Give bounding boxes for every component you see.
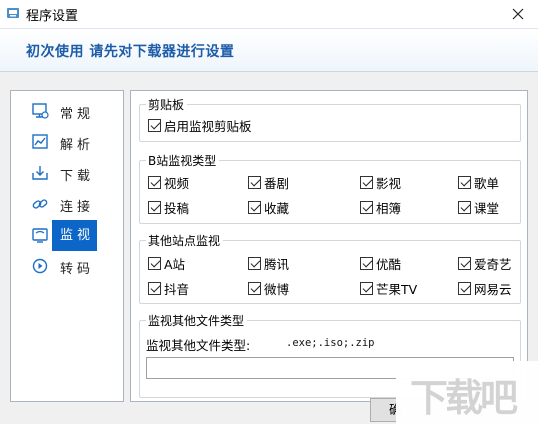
checkbox-label: 歌单 <box>474 175 500 191</box>
checkbox-box[interactable] <box>360 256 373 270</box>
checkbox-box[interactable] <box>148 200 161 214</box>
sidebar-item-download[interactable]: 下载 <box>11 158 123 189</box>
app-icon <box>7 8 19 18</box>
checkbox-box[interactable] <box>148 118 161 132</box>
checkbox-video[interactable]: 视频 <box>148 173 189 191</box>
window-title: 程序设置 <box>26 9 79 24</box>
group-title: 监视其他文件类型 <box>146 312 248 329</box>
checkbox-label: 影视 <box>376 175 402 191</box>
sidebar-item-parse[interactable]: 解析 <box>11 127 123 158</box>
checkbox-label: A站 <box>164 256 186 272</box>
group-title: B站监视类型 <box>146 152 220 169</box>
close-icon <box>512 8 524 20</box>
bilibili-monitor-group: B站监视类型 视频 番剧 影视 歌单 投稿 收藏 相簿 课堂 <box>139 152 521 224</box>
link-icon <box>32 199 48 209</box>
sidebar-item-transcode[interactable]: 转码 <box>11 251 123 282</box>
checkbox-netease-music[interactable]: 网易云 <box>458 279 512 297</box>
checkbox-label: 番剧 <box>264 175 290 191</box>
sidebar-item-monitor[interactable]: 监视 <box>11 220 123 251</box>
checkbox-favorites[interactable]: 收藏 <box>248 198 289 216</box>
sidebar: 常规 解析 下载 连接 监视 转码 <box>10 90 124 402</box>
checkbox-box[interactable] <box>148 256 161 270</box>
monitor-settings-panel: 剪贴板 启用监视剪贴板 B站监视类型 视频 番剧 影视 歌单 投稿 收藏 相簿 … <box>130 90 528 402</box>
checkbox-weibo[interactable]: 微博 <box>248 279 289 297</box>
checkbox-box[interactable] <box>360 281 373 295</box>
group-title: 其他站点监视 <box>146 232 224 249</box>
checkbox-box[interactable] <box>458 200 471 214</box>
checkbox-box[interactable] <box>458 281 471 295</box>
chart-icon <box>32 134 48 149</box>
convert-icon <box>32 258 48 274</box>
checkbox-youku[interactable]: 优酷 <box>360 254 401 272</box>
checkbox-box[interactable] <box>248 256 261 270</box>
checkbox-course[interactable]: 课堂 <box>458 198 499 216</box>
checkbox-playlist[interactable]: 歌单 <box>458 173 499 191</box>
sidebar-item-label: 连接 <box>60 200 95 215</box>
checkbox-label: 优酷 <box>376 256 402 272</box>
checkbox-box[interactable] <box>248 281 261 295</box>
checkbox-box[interactable] <box>248 175 261 189</box>
checkbox-box[interactable] <box>458 175 471 189</box>
header-banner: 初次使用 请先对下载器进行设置 <box>0 28 538 72</box>
checkbox-label: 微博 <box>264 281 290 297</box>
download-icon <box>32 166 48 180</box>
watermark: 下载吧 <box>396 361 538 424</box>
header-text: 初次使用 请先对下载器进行设置 <box>26 44 235 60</box>
checkbox-label: 视频 <box>164 175 190 191</box>
monitor-settings-icon <box>32 103 49 119</box>
file-types-value: .exe;.iso;.zip <box>286 337 375 349</box>
checkbox-contribution[interactable]: 投稿 <box>148 198 189 216</box>
checkbox-label: 课堂 <box>474 200 500 216</box>
checkbox-bangumi[interactable]: 番剧 <box>248 173 289 191</box>
checkbox-tencent[interactable]: 腾讯 <box>248 254 289 272</box>
checkbox-label: 网易云 <box>474 281 512 297</box>
checkbox-label: 相簿 <box>376 200 402 216</box>
watermark-logo: 下载吧 <box>410 375 518 420</box>
sidebar-item-label: 解析 <box>60 138 95 153</box>
checkbox-box[interactable] <box>360 175 373 189</box>
checkbox-label: 收藏 <box>264 200 290 216</box>
checkbox-label: 芒果TV <box>376 281 418 297</box>
checkbox-label: 爱奇艺 <box>474 256 512 272</box>
checkbox-album[interactable]: 相簿 <box>360 198 401 216</box>
checkbox-acfun[interactable]: A站 <box>148 254 185 272</box>
checkbox-label: 抖音 <box>164 281 190 297</box>
checkbox-douyin[interactable]: 抖音 <box>148 279 189 297</box>
close-button[interactable] <box>498 0 538 28</box>
sidebar-item-label: 下载 <box>60 169 95 184</box>
enable-clipboard-checkbox[interactable]: 启用监视剪贴板 <box>148 116 252 134</box>
sidebar-item-label: 转码 <box>60 262 95 277</box>
sidebar-item-label: 监视 <box>52 220 98 251</box>
checkbox-label: 启用监视剪贴板 <box>164 118 252 134</box>
title-bar: 程序设置 <box>0 0 538 28</box>
checkbox-box[interactable] <box>248 200 261 214</box>
checkbox-movie[interactable]: 影视 <box>360 173 401 191</box>
sidebar-item-label: 常规 <box>60 107 95 122</box>
checkbox-box[interactable] <box>360 200 373 214</box>
clipboard-group: 剪贴板 启用监视剪贴板 <box>139 96 521 142</box>
sidebar-item-connect[interactable]: 连接 <box>11 189 123 220</box>
other-sites-group: 其他站点监视 A站 腾讯 优酷 爱奇艺 抖音 微博 芒果TV 网易云 <box>139 232 521 304</box>
checkbox-label: 腾讯 <box>264 256 290 272</box>
checkbox-mangotv[interactable]: 芒果TV <box>360 279 417 297</box>
checkbox-label: 投稿 <box>164 200 190 216</box>
sidebar-item-general[interactable]: 常规 <box>11 96 123 127</box>
checkbox-iqiyi[interactable]: 爱奇艺 <box>458 254 512 272</box>
file-types-label: 监视其他文件类型: <box>146 338 251 353</box>
group-title: 剪贴板 <box>146 96 188 113</box>
checkbox-box[interactable] <box>148 281 161 295</box>
checkbox-box[interactable] <box>458 256 471 270</box>
checkbox-box[interactable] <box>148 175 161 189</box>
monitor-icon <box>32 228 48 243</box>
